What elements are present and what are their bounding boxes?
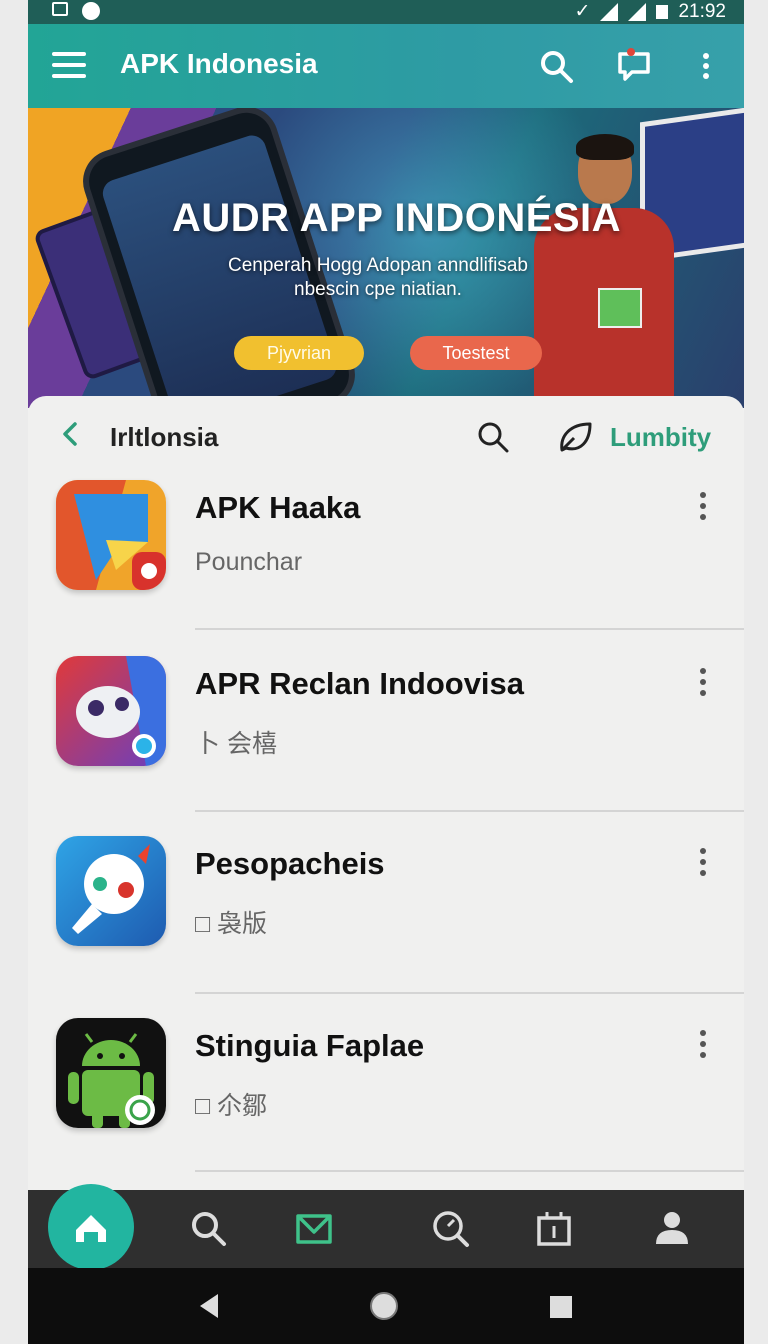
list-search-icon[interactable]: [476, 420, 510, 454]
device-screen: ✓ 21:92 APK Indonesia AUDR APP INDONÉSIA…: [28, 0, 744, 1344]
list-item[interactable]: APR Reclan Indoovisa 卜 会橲: [28, 656, 744, 836]
menu-icon[interactable]: [52, 52, 86, 78]
home-button-icon[interactable]: [368, 1290, 400, 1322]
sub-header: Irltlonsia Lumbity: [28, 396, 744, 476]
app-name: Stinguia Faplae: [195, 1028, 425, 1063]
divider: [195, 992, 744, 994]
divider: [195, 810, 744, 812]
list-item[interactable]: Pesopacheis □ 袅版: [28, 836, 744, 1016]
app-subtitle: □ 尒鄒: [195, 1092, 268, 1120]
list-item[interactable]: Stinguia Faplae □ 尒鄒: [28, 1018, 744, 1198]
banner-primary-label: Pjyvrian: [266, 343, 332, 363]
banner-secondary-label: Toestest: [442, 343, 510, 363]
app-subtitle: Pounchar: [195, 548, 303, 576]
app-name: Pesopacheis: [195, 846, 385, 881]
nav-discover-icon[interactable]: [430, 1208, 470, 1248]
app-icon-pesopacheis: [56, 836, 166, 946]
search-icon[interactable]: [538, 48, 574, 84]
nav-library-icon[interactable]: [534, 1208, 574, 1248]
nav-inbox-icon[interactable]: [294, 1208, 334, 1248]
recents-icon[interactable]: [548, 1294, 574, 1320]
app-subtitle: □ 袅版: [195, 910, 268, 938]
back-arrow-icon[interactable]: [58, 422, 82, 446]
item-more-icon[interactable]: [698, 1030, 708, 1062]
app-icon-haaka: [56, 480, 166, 590]
signal-icon: [600, 2, 619, 21]
clock: 21:92: [678, 0, 726, 22]
section-title: Irltlonsia: [110, 422, 219, 452]
list-item[interactable]: APK Haaka Pounchar: [28, 480, 744, 660]
banner-secondary-button[interactable]: Toestest: [410, 336, 542, 370]
system-navigation-bar: [28, 1268, 744, 1344]
more-options-icon[interactable]: [692, 48, 728, 84]
app-icon-android: [56, 1018, 166, 1128]
leaf-icon[interactable]: [556, 418, 594, 456]
signal-icon-2: [628, 2, 647, 21]
nav-profile-icon[interactable]: [652, 1208, 692, 1248]
item-more-icon[interactable]: [698, 492, 708, 524]
app-bar: APK Indonesia: [28, 24, 744, 108]
banner-subtitle: Cenperah Hogg Adopan anndlifisab nbescin…: [227, 255, 528, 300]
banner-primary-button[interactable]: Pjyvrian: [234, 336, 364, 370]
image-notification-icon: [52, 2, 68, 16]
app-name: APK Haaka: [195, 490, 361, 525]
app-icon-reclan: [56, 656, 166, 766]
divider: [195, 628, 744, 630]
home-icon: [76, 1215, 106, 1242]
app-notification-icon: [82, 2, 100, 20]
status-bar: ✓ 21:92: [28, 0, 744, 24]
item-more-icon[interactable]: [698, 668, 708, 700]
app-subtitle: 卜 会橲: [195, 730, 277, 758]
bottom-navigation: [28, 1184, 744, 1270]
battery-icon: [656, 4, 669, 19]
lumbity-action[interactable]: Lumbity: [610, 422, 711, 453]
app-name: APR Reclan Indoovisa: [195, 666, 525, 701]
banner-title: AUDR APP INDONÉSIA: [172, 196, 622, 240]
divider: [195, 1170, 744, 1172]
nav-search-icon[interactable]: [188, 1208, 228, 1248]
item-more-icon[interactable]: [698, 848, 708, 880]
promo-banner[interactable]: AUDR APP INDONÉSIA Cenperah Hogg Adopan …: [28, 108, 744, 408]
nav-home[interactable]: [48, 1184, 134, 1270]
back-icon[interactable]: [196, 1292, 224, 1320]
wifi-icon: ✓: [574, 1, 591, 22]
chat-icon[interactable]: [616, 48, 652, 84]
app-title: APK Indonesia: [120, 48, 318, 79]
app-list-card: Irltlonsia Lumbity APK Haaka Pounchar AP…: [28, 396, 744, 1196]
